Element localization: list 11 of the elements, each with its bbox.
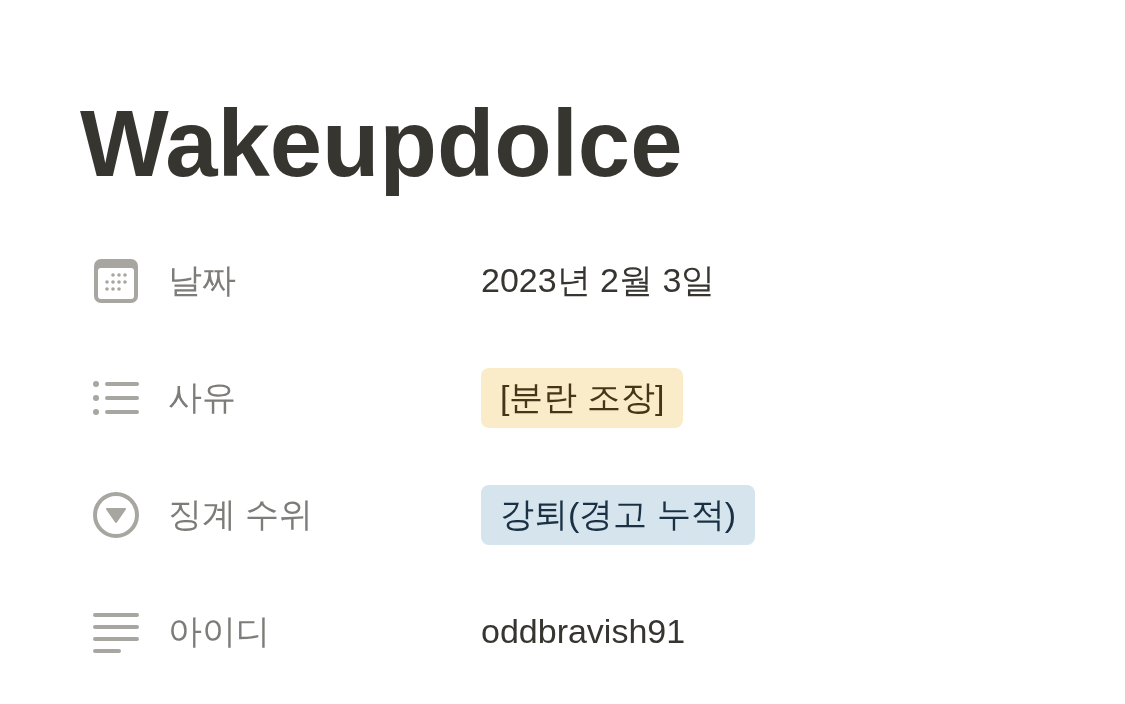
- property-label: 사유: [168, 376, 236, 418]
- property-label: 날짜: [168, 259, 236, 301]
- page-title: Wakeupdolce: [80, 90, 683, 198]
- dropdown-circle-icon: [93, 491, 139, 538]
- tag[interactable]: [분란 조장]: [481, 367, 684, 428]
- property-label: 징계 수위: [168, 493, 314, 535]
- calendar-icon: [93, 257, 139, 304]
- text-value[interactable]: oddbravish91: [481, 612, 686, 651]
- tag[interactable]: 강퇴(경고 누적): [481, 484, 756, 545]
- date-value[interactable]: 2023년 2월 3일: [481, 257, 716, 304]
- property-label: 아이디: [168, 610, 270, 652]
